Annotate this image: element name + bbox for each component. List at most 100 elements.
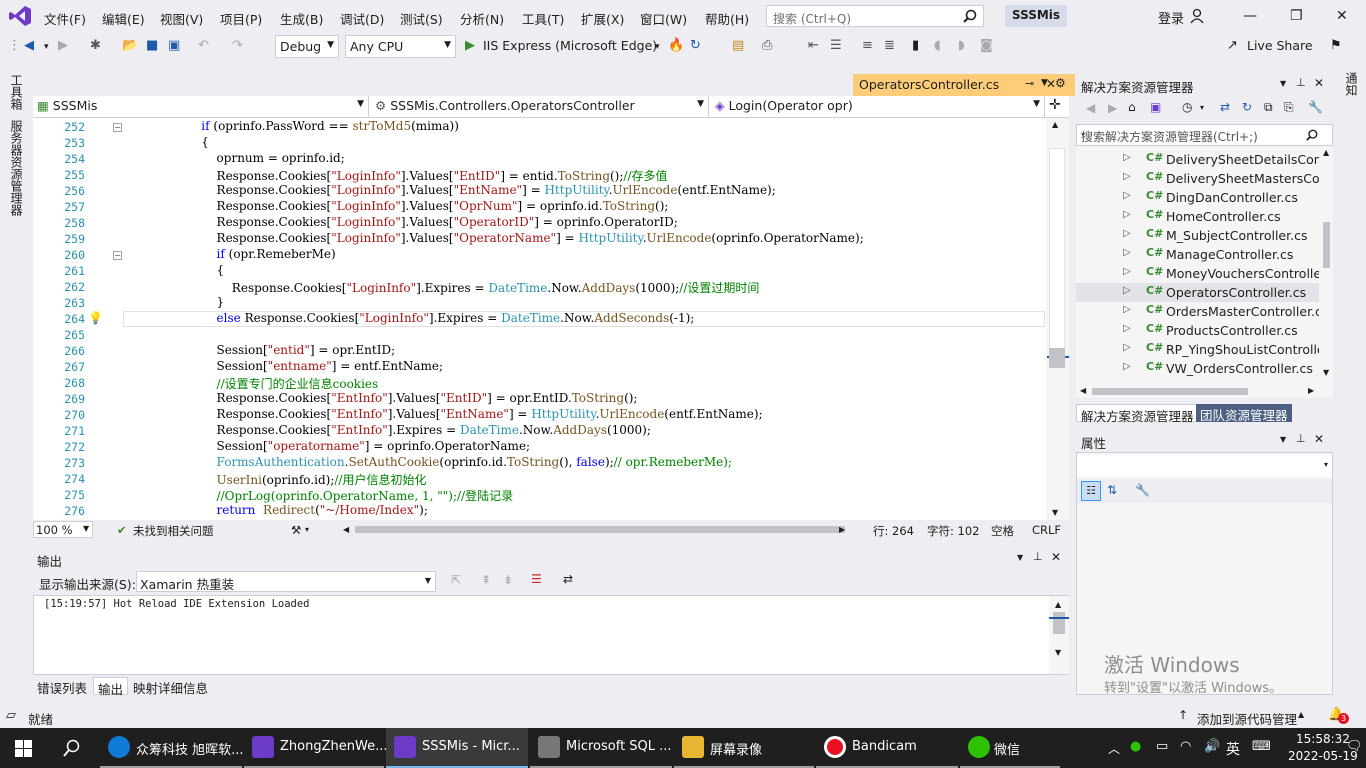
user-icon[interactable] (1190, 8, 1206, 24)
wifi-icon[interactable]: ◠ (1180, 739, 1191, 754)
scroll-up-icon[interactable]: ▲ (1052, 120, 1058, 129)
refresh-icon[interactable]: ↻ (690, 38, 701, 53)
line-ending-indicator[interactable]: CRLF (1032, 523, 1061, 537)
tree-item[interactable]: ▷ C# M_SubjectController.cs (1076, 226, 1319, 245)
menu-debug[interactable]: 调试(D) (340, 9, 384, 28)
tree-item[interactable]: ▷ C# RP_YingShouListController (1076, 340, 1319, 359)
screenshot-icon[interactable]: ⎙ (762, 38, 772, 53)
tree-horizontal-scrollbar[interactable]: ◀ ▶ (1076, 384, 1320, 398)
login-link[interactable]: 登录 (1158, 8, 1184, 27)
toolbox-tab[interactable]: 工具箱 (8, 74, 25, 110)
tree-vertical-scrollbar[interactable]: ▲ ▼ (1320, 146, 1333, 382)
class-dropdown[interactable]: ⚙ SSSMis.Controllers.OperatorsController… (371, 96, 709, 117)
panel-menu-icon[interactable]: ▼ (1280, 79, 1286, 88)
home-icon[interactable]: ⌂ (1128, 100, 1136, 114)
scroll-up-icon[interactable]: ▲ (1055, 600, 1061, 609)
bookmark-prev-icon[interactable]: ◖ (934, 38, 941, 53)
menu-window[interactable]: 窗口(W) (640, 9, 687, 28)
uncomment-icon[interactable]: ≣ (884, 38, 895, 53)
chevron-down-icon[interactable]: ▾ (1081, 130, 1329, 139)
expand-icon[interactable]: ▷ (1123, 152, 1131, 163)
tab-output[interactable]: 输出 (93, 677, 129, 697)
issues-status[interactable]: 未找到相关问题 (133, 523, 214, 539)
settings-gear-icon[interactable]: ⚙ (1055, 76, 1066, 90)
tree-item[interactable]: ▷ C# HomeController.cs (1076, 207, 1319, 226)
tree-item-selected[interactable]: ▷ C# OperatorsController.cs (1076, 283, 1319, 302)
sync-icon[interactable]: ⇄ (1220, 100, 1230, 114)
show-all-files-icon[interactable]: ⎘ (1284, 100, 1294, 115)
run-target-dropdown-icon[interactable]: ▾ (655, 42, 660, 52)
alphabetical-icon[interactable]: ⇅ (1107, 483, 1117, 497)
member-dropdown[interactable]: ◈ Login(Operator opr) ▼ (711, 96, 1045, 117)
refresh-icon[interactable]: ↻ (1242, 100, 1252, 114)
platform-select[interactable]: Any CPU ▼ (345, 35, 456, 58)
next-message-icon[interactable]: ⇟ (503, 573, 513, 587)
comment-icon[interactable]: ≡ (862, 38, 873, 53)
tray-overflow-icon[interactable]: ︿ (1108, 740, 1120, 757)
taskbar-app-vs2[interactable]: SSSMis - Micr... (386, 728, 528, 768)
panel-close-icon[interactable]: ✕ (1314, 432, 1324, 446)
line-indicator[interactable]: 行: 264 (873, 523, 914, 539)
step-icon[interactable]: ⇤ (808, 38, 819, 53)
output-source-select[interactable]: Xamarin 热重装 ▼ (136, 571, 436, 592)
expand-icon[interactable]: ▷ (1123, 247, 1131, 258)
properties-object-select[interactable]: ▾ (1077, 455, 1332, 477)
notifications-tab[interactable]: 通知 (1343, 72, 1360, 96)
taskbar-app-wechat[interactable]: 微信 (960, 728, 1060, 768)
clock-time[interactable]: 15:58:32 (1296, 732, 1350, 746)
tab-error-list[interactable]: 错误列表 (33, 677, 91, 696)
scroll-down-icon[interactable]: ▼ (1055, 648, 1061, 657)
network-icon[interactable]: ▭ (1156, 739, 1168, 754)
split-window-icon[interactable]: ✛ (1049, 97, 1061, 113)
run-target-button[interactable]: IIS Express (Microsoft Edge) (483, 38, 657, 53)
server-explorer-tab[interactable]: 服务器资源管理器 (8, 120, 25, 216)
property-pages-icon[interactable]: 🔧 (1135, 483, 1150, 497)
bookmark-icon[interactable]: ▮ (912, 38, 919, 53)
expand-icon[interactable]: ▷ (1123, 342, 1131, 353)
scroll-down-icon[interactable]: ▼ (1052, 508, 1058, 517)
wechat-tray-icon[interactable]: ● (1130, 739, 1141, 754)
visual-studio-logo-icon[interactable] (8, 5, 32, 27)
input-method-icon[interactable]: ⌨ (1252, 739, 1271, 754)
categorized-icon[interactable]: ☷ (1081, 481, 1101, 501)
save-icon[interactable]: ■ (146, 38, 158, 53)
chevron-down-icon[interactable]: ▾ (1200, 103, 1204, 112)
forward-icon[interactable]: ▶ (58, 38, 68, 53)
tree-item[interactable]: ▷ C# DingDanController.cs (1076, 188, 1319, 207)
pending-changes-icon[interactable]: ◷ (1182, 100, 1192, 114)
open-file-icon[interactable]: 📂 (122, 38, 138, 53)
volume-icon[interactable]: 🔊 (1204, 739, 1220, 754)
menu-project[interactable]: 项目(P) (220, 9, 262, 28)
back-dropdown-icon[interactable]: ▾ (44, 42, 49, 52)
editor-vertical-scrollbar[interactable]: ▲ ▼ (1046, 118, 1069, 520)
switch-views-icon[interactable]: ▣ (1150, 100, 1161, 114)
scroll-thumb[interactable] (1049, 348, 1065, 368)
start-debug-icon[interactable]: ▶ (465, 38, 475, 53)
pin-icon[interactable]: ⊸ (1025, 77, 1034, 90)
expand-icon[interactable]: ▷ (1123, 190, 1131, 201)
panel-menu-icon[interactable]: ▼ (1280, 435, 1286, 444)
taskbar-app-sql[interactable]: Microsoft SQL ... (530, 728, 672, 768)
hscroll-left-icon[interactable]: ◀ (343, 525, 349, 534)
scroll-thumb[interactable] (1092, 388, 1248, 395)
collapse-all-icon[interactable]: ⧉ (1264, 100, 1273, 115)
panel-close-icon[interactable]: ✕ (1314, 76, 1324, 90)
forward-icon[interactable]: ▶ (1108, 101, 1117, 115)
fold-collapse-icon[interactable]: − (113, 123, 122, 132)
pin-icon[interactable]: ⊥ (1033, 550, 1043, 563)
scroll-left-icon[interactable]: ◀ (1080, 386, 1086, 395)
tree-item[interactable]: ▷ C# DeliverySheetDetailsContr (1076, 150, 1319, 169)
search-box[interactable]: 搜索 (Ctrl+Q) (766, 5, 984, 27)
tree-item[interactable]: ▷ C# ManageController.cs (1076, 245, 1319, 264)
back-icon[interactable]: ◀ (24, 38, 34, 53)
restore-icon[interactable]: ❐ (1290, 8, 1303, 24)
back-icon[interactable]: ◀ (1086, 101, 1095, 115)
horizontal-scroll-thumb[interactable] (355, 526, 845, 533)
expand-icon[interactable]: ▷ (1123, 228, 1131, 239)
chevron-up-icon[interactable]: ▲ (1298, 710, 1304, 719)
pin-icon[interactable]: ⊥ (1296, 76, 1306, 89)
redo-icon[interactable]: ↷ (232, 38, 243, 53)
panel-close-icon[interactable]: ✕ (1051, 550, 1061, 564)
taskbar-app-edge[interactable]: 众筹科技 旭晖软... (100, 728, 244, 768)
menu-view[interactable]: 视图(V) (160, 9, 203, 28)
